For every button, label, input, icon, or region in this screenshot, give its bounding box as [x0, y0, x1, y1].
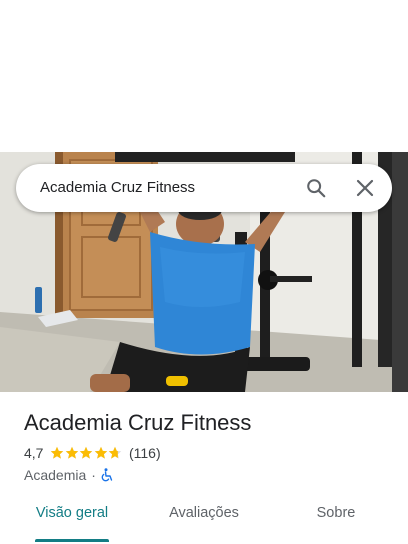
place-title: Academia Cruz Fitness	[24, 410, 252, 435]
place-category: Academia	[24, 467, 87, 483]
close-icon[interactable]	[351, 174, 379, 202]
star-icon	[79, 446, 93, 460]
category-row: Academia ·	[24, 466, 113, 484]
blank-header-area	[0, 0, 408, 152]
star-icon	[50, 446, 64, 460]
review-count[interactable]: (116)	[129, 445, 161, 461]
place-tabs: Visão geral Avaliações Sobre	[0, 498, 408, 544]
star-icon	[65, 446, 79, 460]
search-query-text[interactable]: Academia Cruz Fitness	[40, 164, 195, 212]
rating-row[interactable]: 4,7 (116)	[24, 444, 161, 462]
search-icon[interactable]	[302, 174, 330, 202]
rating-stars	[50, 446, 123, 460]
active-tab-indicator	[35, 539, 109, 542]
search-bar[interactable]: Academia Cruz Fitness	[16, 164, 392, 212]
tab-overview[interactable]: Visão geral	[22, 498, 122, 544]
wheelchair-icon	[101, 468, 113, 482]
tab-about[interactable]: Sobre	[296, 498, 376, 544]
tab-reviews[interactable]: Avaliações	[154, 498, 254, 544]
rating-value: 4,7	[24, 445, 44, 461]
star-icon	[108, 446, 122, 460]
place-info-panel: Academia Cruz Fitness 4,7 (116) Academia…	[0, 392, 408, 544]
separator-dot: ·	[91, 467, 96, 483]
star-icon	[94, 446, 108, 460]
